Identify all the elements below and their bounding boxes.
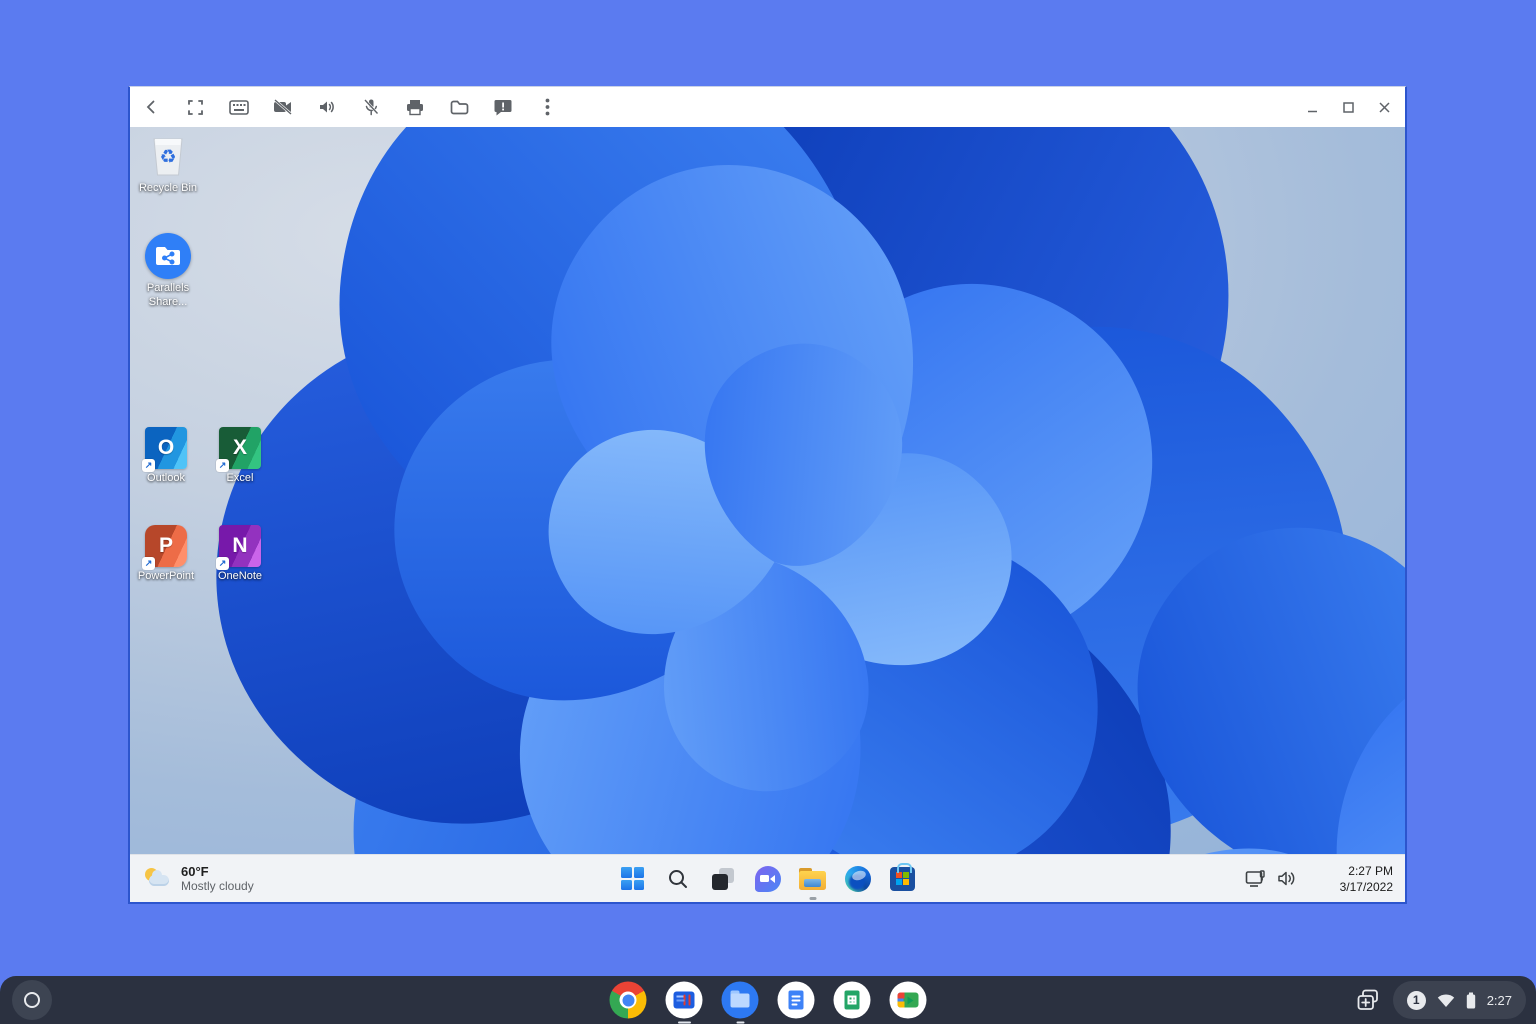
close-button[interactable] [1375, 98, 1393, 116]
search-button[interactable] [664, 865, 692, 893]
desktop-icon-excel[interactable]: X ↗ Excel [204, 427, 276, 486]
desktop-icon-powerpoint[interactable]: P ↗ PowerPoint [130, 525, 202, 584]
camera-off-icon[interactable] [272, 96, 294, 118]
microsoft-store-button[interactable] [889, 862, 917, 893]
outlook-icon: O ↗ [142, 427, 187, 472]
file-explorer-button[interactable] [799, 865, 827, 900]
more-options-icon[interactable] [536, 96, 558, 118]
battery-icon [1466, 992, 1475, 1008]
desktop-icon-label: Excel [226, 472, 254, 484]
shortcut-arrow-icon: ↗ [142, 557, 155, 570]
minimize-button[interactable] [1303, 98, 1321, 116]
print-icon[interactable] [404, 96, 426, 118]
folder-icon[interactable] [448, 96, 470, 118]
bloom-wallpaper [130, 127, 1405, 854]
chat-button[interactable] [754, 865, 782, 893]
desktop-icon-label: Parallels Share... [146, 282, 190, 308]
shelf-right-cluster: 1 2:27 [1355, 981, 1526, 1019]
running-indicator [677, 1021, 691, 1024]
onenote-icon: N ↗ [216, 525, 261, 570]
edge-icon [844, 865, 871, 892]
start-button[interactable] [619, 865, 647, 893]
desktop-icon-parallels-share[interactable]: Parallels Share... [132, 233, 204, 310]
desktop-icon-recycle-bin[interactable]: ♻ Recycle Bin [132, 135, 204, 196]
desktop-icon-onenote[interactable]: N ↗ OneNote [204, 525, 276, 584]
files-icon [721, 981, 759, 1019]
parallels-share-icon [145, 233, 191, 279]
notification-count-badge: 1 [1406, 990, 1426, 1010]
windows-taskbar: 60°F Mostly cloudy 2:27 PM 3/17/2022 [130, 854, 1405, 902]
running-indicator [736, 1021, 744, 1024]
svg-text:♻: ♻ [159, 147, 176, 168]
shelf-clock: 2:27 [1486, 992, 1512, 1008]
remote-display-icon[interactable] [1245, 869, 1267, 888]
file-explorer-icon [799, 867, 826, 890]
shelf-meet-button[interactable] [889, 981, 927, 1019]
search-icon [668, 869, 687, 888]
desktop-icon-label: Outlook [147, 472, 185, 484]
desktop-icon-label: OneNote [217, 570, 263, 582]
status-tray[interactable]: 1 2:27 [1392, 981, 1526, 1019]
shelf-files-button[interactable] [721, 981, 759, 1024]
desktop-icon-label: PowerPoint [137, 570, 195, 582]
edge-button[interactable] [844, 865, 872, 893]
desktop-icon-label: Recycle Bin [138, 182, 198, 194]
shortcut-arrow-icon: ↗ [216, 557, 229, 570]
shortcut-arrow-icon: ↗ [216, 459, 229, 472]
powerpoint-icon: P ↗ [142, 525, 187, 570]
google-sheets-icon [844, 990, 860, 1010]
weather-widget[interactable]: 60°F Mostly cloudy [144, 864, 254, 894]
task-view-button[interactable] [709, 865, 737, 893]
volume-tray-icon[interactable] [1277, 870, 1297, 887]
shortcut-arrow-icon: ↗ [142, 459, 155, 472]
taskbar-clock[interactable]: 2:27 PM 3/17/2022 [1340, 862, 1393, 894]
weather-temperature: 60°F [181, 863, 209, 879]
excel-icon: X ↗ [216, 427, 261, 472]
launcher-button[interactable] [12, 980, 52, 1020]
parallels-window: ♻ Recycle Bin Parallels Share... O ↗ Out… [128, 86, 1407, 904]
parallels-desktop-icon [673, 991, 695, 1009]
windows-logo-icon [621, 867, 644, 890]
task-view-icon [711, 867, 735, 891]
chromeos-shelf: 1 2:27 [0, 976, 1536, 1024]
windows-system-tray [1245, 869, 1297, 888]
keyboard-icon[interactable] [228, 96, 250, 118]
chat-icon [754, 865, 781, 892]
volume-icon[interactable] [316, 96, 338, 118]
maximize-button[interactable] [1339, 98, 1357, 116]
feedback-icon[interactable] [492, 96, 514, 118]
back-icon[interactable] [140, 96, 162, 118]
taskbar-app-icons [619, 862, 917, 900]
google-meet-icon [897, 992, 919, 1008]
window-switcher-icon[interactable] [1355, 987, 1381, 1013]
weather-icon [144, 866, 172, 890]
running-indicator [809, 896, 816, 900]
desktop-icon-outlook[interactable]: O ↗ Outlook [130, 427, 202, 486]
windows-desktop: ♻ Recycle Bin Parallels Share... O ↗ Out… [130, 127, 1405, 854]
shelf-parallels-button[interactable] [665, 981, 703, 1024]
taskbar-date: 3/17/2022 [1339, 879, 1393, 894]
launcher-icon [24, 992, 40, 1008]
mic-off-icon[interactable] [360, 96, 382, 118]
recycle-bin-icon: ♻ [148, 135, 188, 179]
shelf-sheets-button[interactable] [833, 981, 871, 1019]
weather-condition: Mostly cloudy [181, 879, 254, 894]
fullscreen-icon[interactable] [184, 96, 206, 118]
shelf-chrome-button[interactable] [609, 981, 647, 1019]
microsoft-store-icon [890, 862, 915, 891]
parallels-toolbar [130, 87, 1405, 127]
shelf-docs-button[interactable] [777, 981, 815, 1019]
window-controls [1303, 98, 1393, 116]
chrome-icon [609, 981, 647, 1019]
wifi-icon [1437, 994, 1454, 1007]
taskbar-time: 2:27 PM [1348, 863, 1393, 878]
shelf-app-icons [609, 981, 927, 1024]
google-docs-icon [788, 990, 804, 1010]
